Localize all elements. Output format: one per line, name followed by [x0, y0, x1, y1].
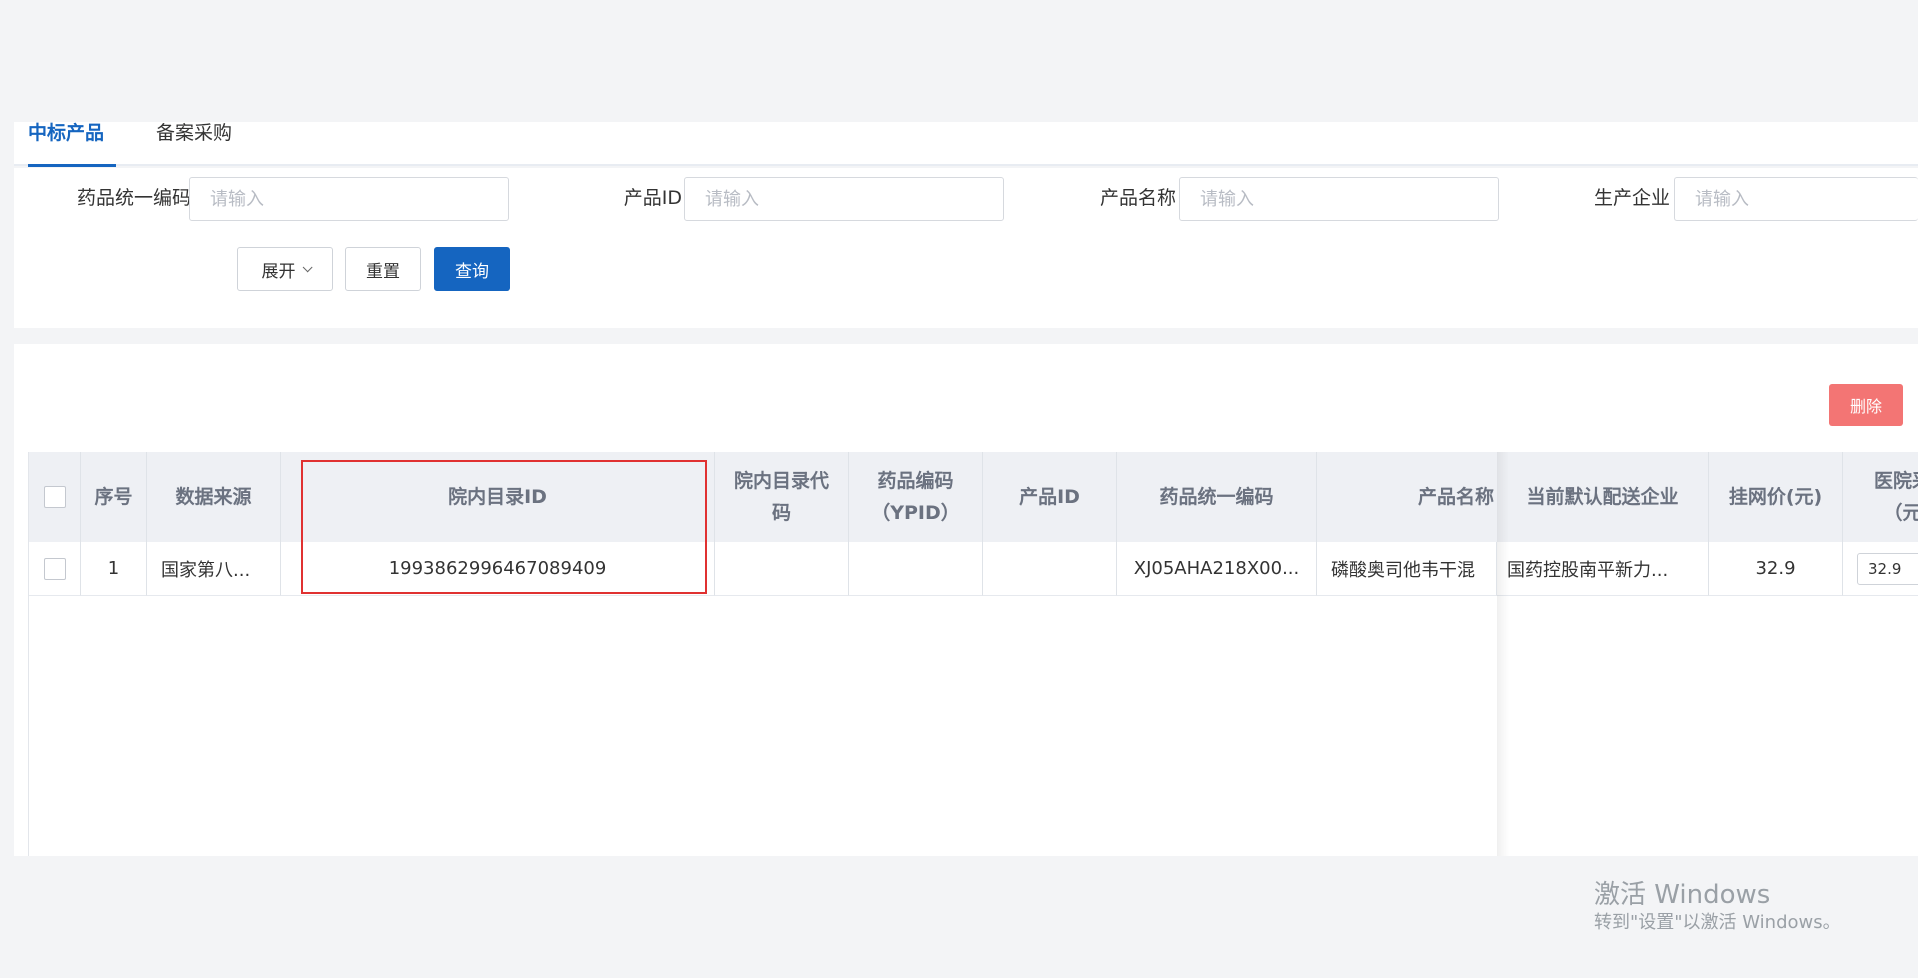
- header-unified-code: 药品统一编码: [1117, 452, 1317, 542]
- unified-code-input[interactable]: [189, 177, 509, 221]
- cell-catalog-id: 1993862996467089409: [281, 542, 715, 596]
- activation-watermark-title: 激活 Windows: [1594, 880, 1771, 910]
- cell-product-name: 磷酸奥司他韦干混: [1317, 542, 1497, 596]
- row-select[interactable]: [29, 542, 81, 596]
- page: 中标产品 备案采购 药品统一编码 产品ID 产品名称 生产企业 展开 重置 查询…: [0, 0, 1918, 978]
- header-data-source: 数据来源: [147, 452, 281, 542]
- manufacturer-label: 生产企业: [1593, 187, 1670, 209]
- cell-data-source: 国家第八...: [147, 542, 281, 596]
- table-panel: 删除 序号 数据来源 院内目录ID 院内目录代码 药品编码（YPID） 产品ID…: [14, 344, 1918, 856]
- tab-filing-purchase[interactable]: 备案采购: [156, 122, 256, 166]
- cell-catalog-code: [715, 542, 849, 596]
- header-product-id: 产品ID: [983, 452, 1117, 542]
- header-list-price: 挂网价(元): [1709, 452, 1843, 542]
- product-id-input[interactable]: [684, 177, 1004, 221]
- header-ypid: 药品编码（YPID）: [849, 452, 983, 542]
- search-panel: 药品统一编码 产品ID 产品名称 生产企业 展开 重置 查询: [14, 168, 1918, 328]
- query-button[interactable]: 查询: [434, 247, 510, 291]
- cell-hospital-price: [1843, 542, 1918, 596]
- cell-product-id: [983, 542, 1117, 596]
- chevron-down-icon: [302, 261, 313, 272]
- cell-index: 1: [81, 542, 147, 596]
- header-catalog-id: 院内目录ID: [281, 452, 715, 542]
- activation-watermark-subtitle: 转到"设置"以激活 Windows。: [1594, 912, 1841, 933]
- product-name-input[interactable]: [1179, 177, 1499, 221]
- unified-code-label: 药品统一编码: [76, 187, 191, 209]
- tab-bar: 中标产品 备案采购: [14, 122, 1918, 167]
- cell-unified-code: XJ05AHA218X00...: [1117, 542, 1317, 596]
- header-product-name: 产品名称: [1317, 452, 1517, 542]
- header-index: 序号: [81, 452, 147, 542]
- tab-winning-products[interactable]: 中标产品: [28, 122, 116, 167]
- header-hospital-price: 医院采（元: [1843, 452, 1918, 542]
- product-id-label: 产品ID: [623, 187, 682, 209]
- expand-label: 展开: [261, 261, 296, 282]
- header-distributor: 当前默认配送企业: [1497, 452, 1709, 542]
- hospital-price-input[interactable]: [1857, 552, 1918, 585]
- header-select-all[interactable]: [29, 452, 81, 542]
- product-name-label: 产品名称: [1099, 187, 1176, 209]
- data-table: 序号 数据来源 院内目录ID 院内目录代码 药品编码（YPID） 产品ID 药品…: [28, 452, 1918, 856]
- cell-ypid: [849, 542, 983, 596]
- row-checkbox[interactable]: [43, 557, 66, 580]
- cell-distributor: 国药控股南平新力...: [1497, 542, 1709, 596]
- header-catalog-code: 院内目录代码: [715, 452, 849, 542]
- cell-list-price: 32.9: [1709, 542, 1843, 596]
- manufacturer-input[interactable]: [1674, 177, 1918, 221]
- select-all-checkbox[interactable]: [43, 486, 66, 508]
- delete-button[interactable]: 删除: [1829, 384, 1903, 426]
- expand-button[interactable]: 展开: [237, 247, 333, 291]
- reset-button[interactable]: 重置: [345, 247, 421, 291]
